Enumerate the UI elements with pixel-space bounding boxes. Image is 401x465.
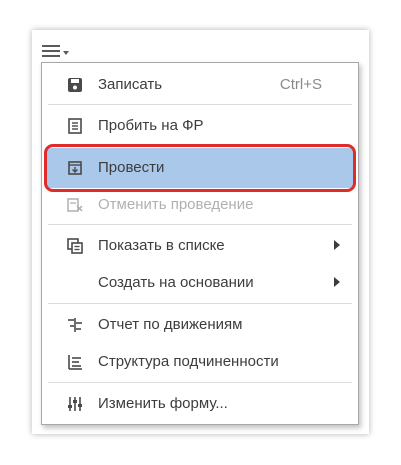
submenu-arrow-icon xyxy=(334,240,340,250)
menu-item-label: Записать xyxy=(98,76,163,93)
save-icon xyxy=(68,78,82,92)
menu-item-subordination-structure[interactable]: Структура подчиненности xyxy=(48,344,352,380)
post-document-icon xyxy=(68,161,82,175)
menu-item-label: Пробить на ФР xyxy=(98,117,204,134)
menu-item-create-based-on[interactable]: Создать на основании xyxy=(48,265,352,301)
cancel-posting-icon xyxy=(67,198,83,212)
hierarchy-structure-icon xyxy=(68,355,82,370)
menu-button[interactable] xyxy=(42,40,76,62)
chevron-down-icon xyxy=(63,50,69,55)
menu-item-label: Провести xyxy=(98,159,165,176)
menu-divider xyxy=(48,303,352,304)
receipt-icon xyxy=(68,118,82,134)
submenu-arrow-icon xyxy=(334,277,340,287)
actions-dropdown-menu: Записать Ctrl+S Пробить на ФР Провести О… xyxy=(41,62,359,425)
show-in-list-icon xyxy=(67,238,83,254)
menu-divider xyxy=(48,224,352,225)
menu-item-label: Создать на основании xyxy=(98,274,254,291)
shortcut-hint: Ctrl+S xyxy=(279,76,322,93)
menu-item-cancel-posting: Отменить проведение xyxy=(48,187,352,223)
annotation-highlight-ring xyxy=(44,144,356,192)
menu-item-save[interactable]: Записать Ctrl+S xyxy=(48,67,352,103)
menu-item-print-fiscal[interactable]: Пробить на ФР xyxy=(48,108,352,144)
movements-report-icon xyxy=(68,318,82,332)
menu-item-label: Отчет по движениям xyxy=(98,316,243,333)
menu-item-label: Показать в списке xyxy=(98,237,225,254)
menu-item-label: Структура подчиненности xyxy=(98,353,279,370)
hamburger-menu-icon xyxy=(42,44,60,58)
menu-item-label: Отменить проведение xyxy=(98,196,254,213)
menu-item-show-in-list[interactable]: Показать в списке xyxy=(48,228,352,264)
menu-item-post[interactable]: Провести xyxy=(44,144,356,192)
menu-item-edit-form[interactable]: Изменить форму... xyxy=(48,386,352,422)
menu-item-movements-report[interactable]: Отчет по движениям xyxy=(48,307,352,343)
sliders-icon xyxy=(68,397,82,411)
menu-divider xyxy=(48,104,352,105)
menu-item-label: Изменить форму... xyxy=(98,395,228,412)
menu-divider xyxy=(48,382,352,383)
